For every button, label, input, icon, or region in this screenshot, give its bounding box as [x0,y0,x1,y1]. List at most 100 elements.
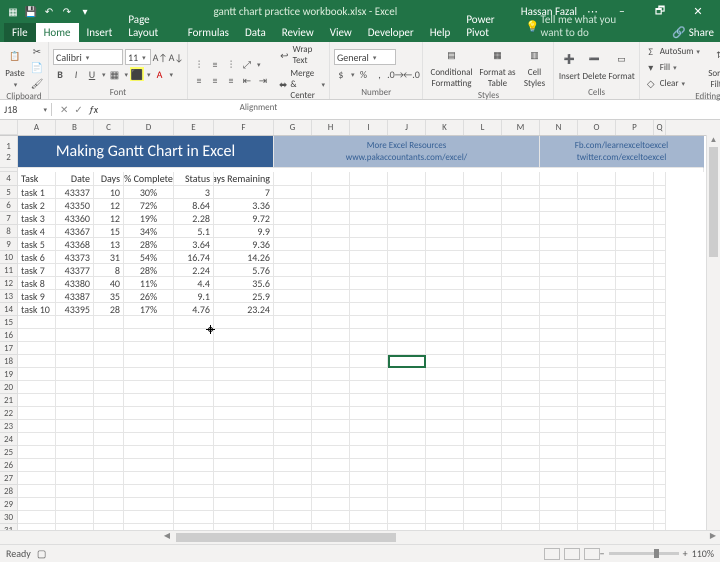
cell[interactable] [654,277,666,290]
cell[interactable] [578,459,616,472]
cell[interactable] [56,485,94,498]
cell[interactable] [214,433,274,446]
cell[interactable] [464,420,502,433]
cell[interactable] [312,472,350,485]
cell[interactable] [56,407,94,420]
font-color-button[interactable]: A [153,67,167,81]
cell[interactable] [18,511,56,524]
fx-enter-icon[interactable]: ✓ [74,103,82,116]
cell[interactable] [616,199,654,212]
cell[interactable] [616,394,654,407]
row-header[interactable]: 10 [0,251,18,264]
col-header[interactable]: A [18,120,56,135]
cell[interactable] [312,329,350,342]
close-button[interactable]: ✕ [684,5,712,18]
cell[interactable] [388,264,426,277]
cell[interactable] [94,329,124,342]
cell[interactable] [56,316,94,329]
cell[interactable] [654,264,666,277]
cell[interactable] [94,342,124,355]
cell[interactable] [464,212,502,225]
cell[interactable] [426,199,464,212]
cell[interactable] [654,212,666,225]
cell[interactable] [654,511,666,524]
cell[interactable] [502,472,540,485]
cell[interactable]: 3.36 [214,199,274,212]
cell[interactable] [578,277,616,290]
row-header[interactable]: 29 [0,498,18,511]
cell[interactable] [616,186,654,199]
cell[interactable] [388,251,426,264]
col-header[interactable]: O [578,120,616,135]
cell[interactable] [426,433,464,446]
row-header[interactable]: 18 [0,355,18,368]
cell[interactable]: 15 [94,225,124,238]
cell[interactable] [464,290,502,303]
cell[interactable] [502,199,540,212]
cell[interactable] [654,433,666,446]
zoom-in-button[interactable]: + [683,547,688,560]
cell[interactable] [350,446,388,459]
cell[interactable] [502,381,540,394]
row-header[interactable]: 23 [0,420,18,433]
cell[interactable] [426,212,464,225]
cell[interactable]: 5.76 [214,264,274,277]
cell[interactable] [18,420,56,433]
cell[interactable] [540,303,578,316]
cell[interactable] [502,485,540,498]
cell[interactable] [502,212,540,225]
cell[interactable] [94,420,124,433]
cell[interactable] [464,381,502,394]
cell[interactable] [312,277,350,290]
col-header[interactable]: B [56,120,94,135]
cell[interactable] [426,472,464,485]
cell[interactable] [388,329,426,342]
tab-data[interactable]: Data [237,23,274,42]
cell[interactable] [312,303,350,316]
cell[interactable] [578,498,616,511]
cell[interactable] [540,368,578,381]
cell[interactable] [540,251,578,264]
cell[interactable] [18,394,56,407]
cell[interactable] [426,316,464,329]
cell[interactable] [312,368,350,381]
cell[interactable] [616,355,654,368]
cell[interactable] [654,355,666,368]
cell[interactable] [578,394,616,407]
cell[interactable] [540,407,578,420]
cell[interactable] [56,420,94,433]
cell[interactable] [124,472,174,485]
cell[interactable] [540,420,578,433]
cell[interactable] [214,472,274,485]
italic-button[interactable]: I [69,67,83,81]
cell[interactable] [540,381,578,394]
cell[interactable] [464,251,502,264]
row-header[interactable]: 27 [0,472,18,485]
cell[interactable] [174,368,214,381]
row-header[interactable]: 9 [0,238,18,251]
cell-styles-button[interactable]: ▥ Cell Styles [519,44,549,89]
cell[interactable]: task 8 [18,277,56,290]
header-status[interactable]: Status [174,172,214,186]
cell[interactable] [214,407,274,420]
row-header[interactable]: 16 [0,329,18,342]
cell[interactable] [18,498,56,511]
cell[interactable] [56,329,94,342]
row-header[interactable]: 30 [0,511,18,524]
tab-power-pivot[interactable]: Power Pivot [458,10,517,42]
increase-decimal-icon[interactable]: .0→ [388,67,402,81]
cell[interactable] [426,342,464,355]
cell[interactable] [616,485,654,498]
row-header[interactable]: 19 [0,368,18,381]
row-header[interactable]: 20 [0,381,18,394]
cell[interactable] [540,329,578,342]
row-header[interactable]: 12 [0,277,18,290]
cell[interactable] [124,420,174,433]
cell[interactable] [502,329,540,342]
cell[interactable] [274,355,312,368]
cell[interactable] [654,420,666,433]
cell[interactable] [350,212,388,225]
page-layout-view-button[interactable] [564,548,580,560]
cell[interactable] [312,420,350,433]
tab-formulas[interactable]: Formulas [180,23,237,42]
